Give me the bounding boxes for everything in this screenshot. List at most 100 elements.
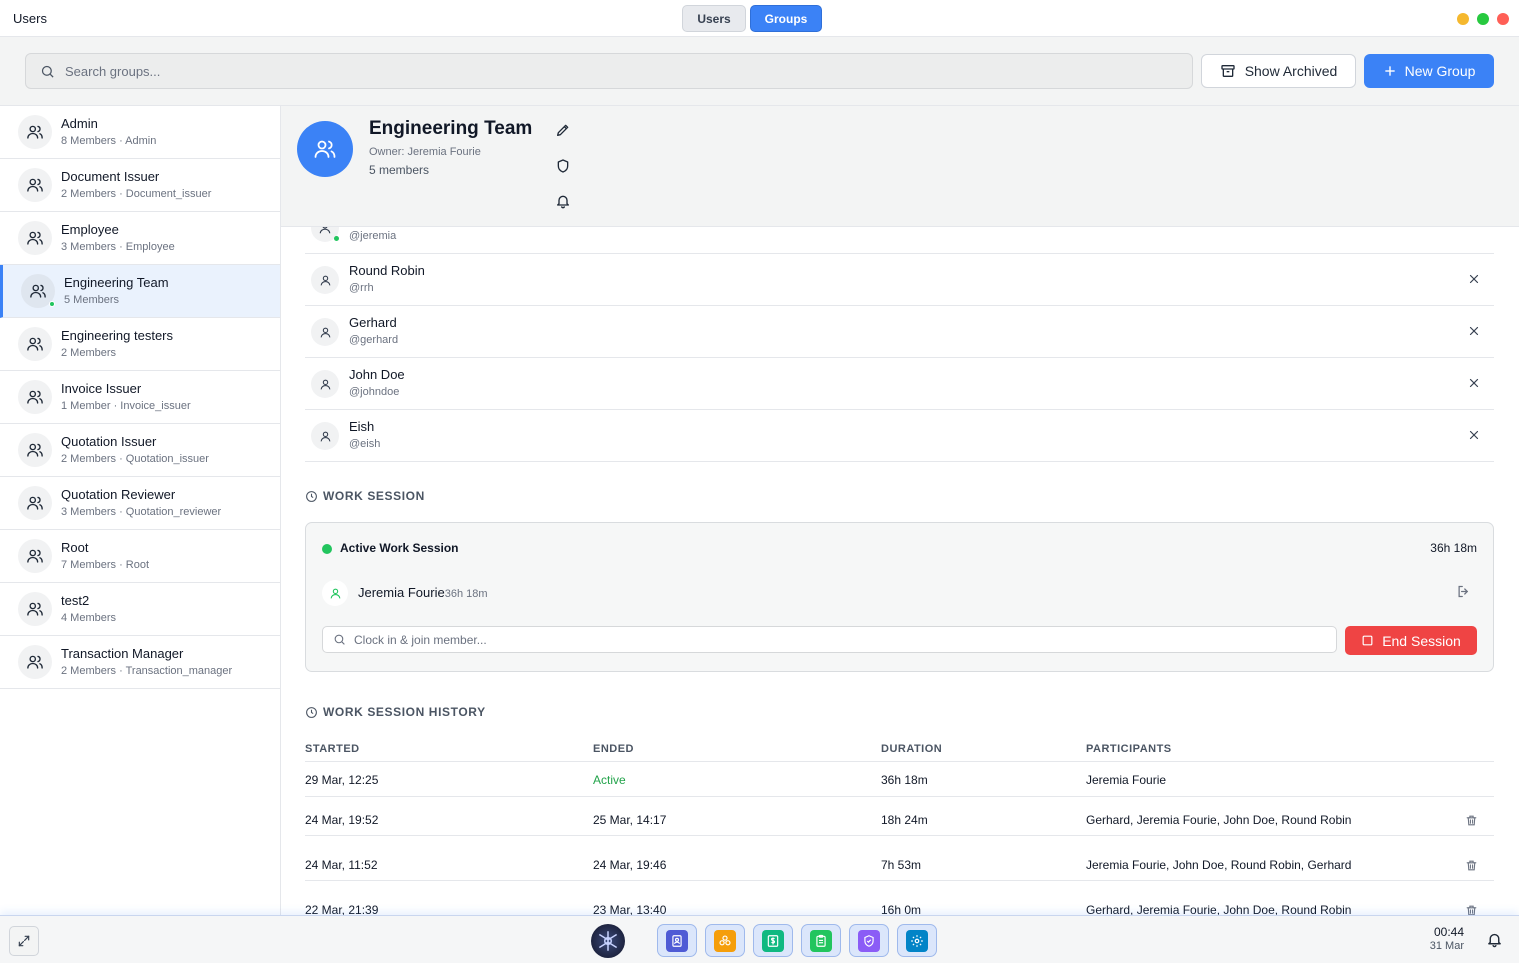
delete-session-button[interactable]: [1465, 859, 1479, 873]
member-row: Round Robin @rrh: [305, 254, 1494, 306]
end-session-label: End Session: [1382, 632, 1461, 649]
sidebar-group-item[interactable]: Document Issuer 2 Members · Document_issu…: [0, 159, 280, 212]
group-detail-content: @jeremia WORK SESSION Active Work Sessio…: [281, 214, 1519, 915]
participant-avatar: [322, 580, 348, 606]
app-tile: [906, 929, 928, 952]
group-meta: 2 Members · Transaction_manager: [61, 664, 233, 677]
show-archived-label: Show Archived: [1244, 63, 1338, 79]
sidebar-group-item[interactable]: Quotation Reviewer 3 Members · Quotation_…: [0, 477, 280, 530]
minimize-button[interactable]: [1457, 13, 1469, 25]
users-icon: [27, 337, 43, 351]
remove-member-button[interactable]: [1468, 324, 1482, 338]
sidebar-group-item[interactable]: Admin 8 Members · Admin: [0, 106, 280, 159]
clock-time: 00:44: [1433, 925, 1464, 939]
group-notifications-button[interactable]: [554, 192, 572, 210]
history-ended-cell: 25 Mar, 14:17: [593, 813, 667, 827]
show-archived-button[interactable]: Show Archived: [1201, 54, 1356, 88]
users-icon: [27, 549, 43, 563]
taskbar-app-shield[interactable]: [849, 924, 889, 957]
tab-users[interactable]: Users: [682, 5, 746, 32]
edit-group-button[interactable]: [554, 121, 572, 139]
member-name: Eish: [349, 419, 375, 434]
maximize-button[interactable]: [1477, 13, 1489, 25]
online-indicator: [49, 301, 55, 307]
users-icon: [314, 140, 336, 158]
member-username: @gerhard: [349, 334, 399, 346]
new-group-button[interactable]: New Group: [1364, 54, 1494, 88]
member-name: John Doe: [349, 367, 405, 382]
toolbar: Show Archived New Group: [0, 37, 1519, 106]
member-avatar: [311, 422, 339, 450]
bell-icon: [1488, 933, 1501, 948]
group-text: Root 7 Members · Root: [61, 540, 149, 573]
sidebar-group-item[interactable]: test2 4 Members: [0, 583, 280, 636]
history-participants-cell: Jeremia Fourie, John Doe, Round Robin, G…: [1086, 858, 1352, 872]
group-name: Quotation Reviewer: [61, 486, 176, 502]
notifications-button[interactable]: [1486, 931, 1503, 953]
app-tile: [810, 929, 832, 952]
title-bar: Users Users Groups: [0, 0, 1519, 37]
sidebar-group-item[interactable]: Engineering testers 2 Members: [0, 318, 280, 371]
clock-out-button[interactable]: [1456, 584, 1471, 604]
users-icon: [27, 178, 43, 192]
group-meta: 1 Member · Invoice_issuer: [61, 399, 191, 412]
history-heading: WORK SESSION HISTORY: [305, 705, 486, 719]
fullscreen-button[interactable]: [9, 926, 39, 956]
tab-groups[interactable]: Groups: [750, 5, 822, 32]
sidebar-group-item[interactable]: Root 7 Members · Root: [0, 530, 280, 583]
member-name: Round Robin: [349, 263, 425, 278]
group-text: Engineering testers 2 Members: [61, 328, 173, 361]
group-meta: 2 Members: [61, 346, 117, 359]
groups-sidebar: Admin 8 Members · Admin Document Issuer 2 M…: [0, 106, 281, 915]
close-button[interactable]: [1497, 13, 1509, 25]
group-avatar: [18, 486, 52, 520]
history-started-cell: 29 Mar, 12:25: [305, 773, 379, 787]
sidebar-group-item[interactable]: Invoice Issuer 1 Member · Invoice_issuer: [0, 371, 280, 424]
pencil-icon: [557, 124, 569, 136]
member-username: @johndoe: [349, 386, 400, 398]
taskbar-app-modules[interactable]: [705, 924, 745, 957]
modules-icon: [719, 934, 731, 945]
join-member-box: [322, 626, 1337, 653]
taskbar-app-finance[interactable]: [753, 924, 793, 957]
remove-member-button[interactable]: [1468, 428, 1482, 442]
end-session-button[interactable]: End Session: [1345, 626, 1477, 655]
shield-icon: [557, 159, 569, 173]
logo-icon: [598, 931, 618, 951]
delete-session-button[interactable]: [1465, 814, 1479, 828]
history-duration-cell: 18h 24m: [881, 813, 928, 827]
user-icon: [320, 327, 330, 337]
search-groups-input[interactable]: [65, 63, 1065, 79]
group-name: Quotation Issuer: [61, 433, 157, 449]
group-meta: 3 Members · Quotation_reviewer: [61, 505, 222, 518]
member-row: Eish @eish: [305, 410, 1494, 462]
active-session-duration: 36h 18m: [1430, 541, 1477, 555]
work-session-heading: WORK SESSION: [305, 489, 425, 503]
sidebar-group-item[interactable]: Engineering Team 5 Members: [0, 265, 280, 318]
join-member-input[interactable]: [354, 632, 1254, 647]
taskbar-app-settings[interactable]: [897, 924, 937, 957]
sidebar-group-item[interactable]: Transaction Manager 2 Members · Transacti…: [0, 636, 280, 689]
search-icon: [41, 65, 54, 78]
remove-member-button[interactable]: [1468, 376, 1482, 390]
group-avatar: [18, 645, 52, 679]
sidebar-group-item[interactable]: Quotation Issuer 2 Members · Quotation_is…: [0, 424, 280, 477]
history-ended-cell: 23 Mar, 13:40: [593, 903, 667, 915]
trash-icon: [1466, 905, 1477, 915]
history-row-divider: [305, 880, 1494, 881]
remove-member-button[interactable]: [1468, 272, 1482, 286]
taskbar-app-contacts[interactable]: [657, 924, 697, 957]
users-icon: [27, 390, 43, 404]
launcher-logo[interactable]: [591, 924, 625, 958]
taskbar-app-clipboard[interactable]: [801, 924, 841, 957]
member-username: @rrh: [349, 282, 374, 294]
group-text: Engineering Team 5 Members: [64, 275, 169, 308]
group-permissions-button[interactable]: [554, 157, 572, 175]
clipboard-icon: [816, 934, 826, 947]
sidebar-group-item[interactable]: Employee 3 Members · Employee: [0, 212, 280, 265]
group-text: Document Issuer 2 Members · Document_issu…: [61, 169, 211, 202]
history-ended-cell: Active: [593, 773, 626, 787]
member-avatar: [311, 266, 339, 294]
delete-session-button[interactable]: [1465, 904, 1479, 915]
plus-icon: [1384, 66, 1395, 76]
